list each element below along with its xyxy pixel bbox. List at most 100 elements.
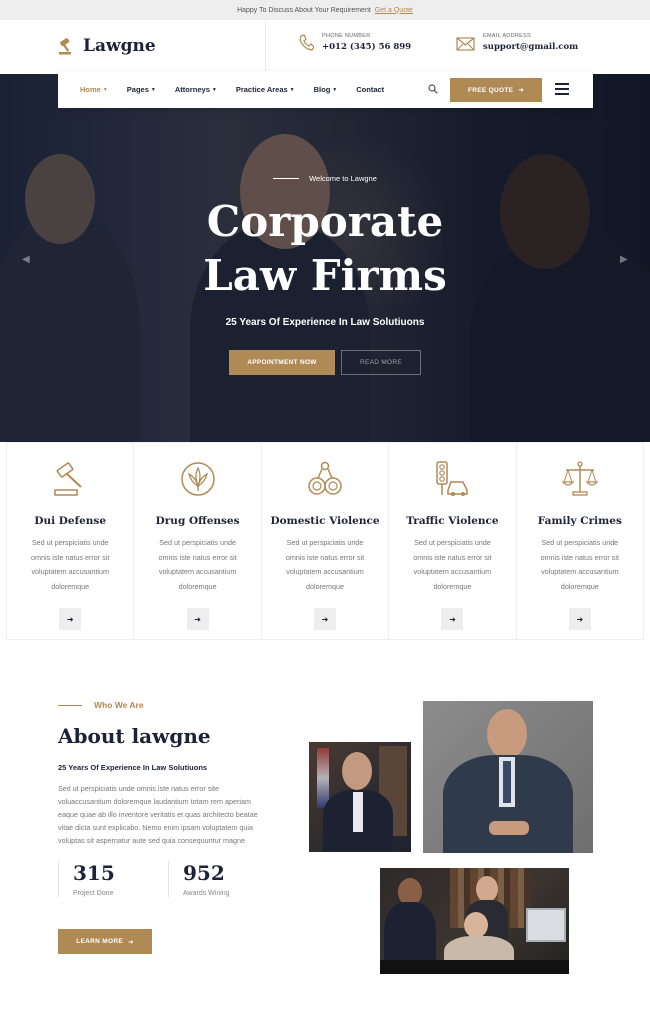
nav-practice-areas[interactable]: Practice Areas ▼ (236, 85, 295, 94)
nav-blog[interactable]: Blog ▼ (314, 85, 338, 94)
traffic-light-car-icon (436, 461, 469, 496)
nav-attorneys[interactable]: Attorneys ▼ (175, 85, 217, 94)
welcome-line (273, 178, 300, 179)
free-quote-label: FREE QUOTE (467, 86, 514, 94)
phone-contact[interactable]: PHONE NUMBER +012 (345) 56 899 (298, 33, 411, 52)
stat-value: 315 (73, 861, 115, 885)
phone-value: +012 (345) 56 899 (322, 42, 412, 52)
email-contact[interactable]: EMAIL ADDRESS support@gmail.com (456, 33, 578, 52)
nav-contact[interactable]: Contact (356, 85, 384, 94)
nav-pages[interactable]: Pages ▼ (127, 85, 156, 94)
nav-pages-label: Pages (126, 85, 149, 94)
service-title: Domestic Violence (270, 515, 380, 527)
service-title: Traffic Violence (406, 515, 499, 527)
hamburger-menu-icon[interactable] (555, 83, 569, 98)
service-text: Sed ut perspiciatis unde omnis iste natu… (158, 538, 237, 591)
chevron-down-icon: ▼ (211, 86, 217, 93)
nav-attorneys-label: Attorneys (174, 85, 210, 94)
learn-more-button[interactable]: LEARN MORE ➜ (58, 929, 152, 954)
hero-content: Welcome to Lawgne Corporate Law Firms 25… (0, 174, 650, 375)
chevron-down-icon: ▼ (150, 86, 156, 93)
about-tag-text: Who We Are (94, 700, 144, 710)
hero-title-line-2: Law Firms (203, 251, 447, 300)
get-quote-link[interactable]: Get a Quote (375, 7, 413, 14)
nav-contact-label: Contact (356, 85, 385, 94)
hero-title: Corporate Law Firms (0, 195, 650, 303)
arrow-right-icon: ➜ (127, 938, 134, 946)
service-text: Sed ut perspiciatis unde omnis iste natu… (31, 538, 110, 591)
nav-practice-areas-label: Practice Areas (235, 85, 288, 94)
phone-icon (299, 33, 314, 51)
nav-blog-label: Blog (313, 85, 331, 94)
service-arrow-button[interactable]: ➜ (314, 608, 337, 630)
free-quote-button[interactable]: FREE QUOTE ➜ (450, 78, 542, 102)
welcome-text: Welcome to Lawgne (309, 174, 377, 183)
gavel-logo-icon (59, 37, 71, 55)
header-divider (265, 20, 266, 74)
site-header: Lawgne PHONE NUMBER +012 (345) 56 899 EM… (0, 20, 650, 74)
service-card: Traffic Violence Sed ut perspiciatis und… (389, 442, 517, 640)
about-tag: Who We Are (58, 700, 278, 710)
phone-label: PHONE NUMBER (322, 33, 371, 39)
about-section: Who We Are About lawgne 25 Years Of Expe… (58, 700, 278, 954)
envelope-icon (456, 36, 475, 51)
service-arrow-button[interactable]: ➜ (186, 608, 209, 630)
learn-more-label: LEARN MORE (76, 938, 123, 945)
service-text: Sed ut perspiciatis unde omnis iste natu… (540, 538, 619, 591)
arrow-right-icon: ➜ (449, 614, 456, 624)
handcuffs-icon (308, 461, 342, 495)
service-arrow-button[interactable]: ➜ (441, 608, 464, 630)
cannabis-leaf-icon (180, 462, 215, 496)
team-meeting-photo (380, 868, 569, 974)
service-text: Sed ut perspiciatis unde omnis iste natu… (285, 538, 365, 591)
logo-text: Lawgne (83, 36, 156, 56)
about-stats: 315 Project Done 952 Awards Wining (58, 861, 278, 897)
stat-label: Awards Wining (183, 890, 230, 897)
service-title: Family Crimes (537, 515, 622, 527)
arrow-right-icon: ➜ (194, 614, 201, 624)
logo[interactable]: Lawgne (58, 36, 156, 56)
chevron-down-icon: ▼ (102, 86, 108, 93)
service-text: Sed ut perspiciatis unde omnis iste natu… (413, 538, 492, 591)
arrow-right-icon: ➜ (321, 614, 329, 624)
nav-home-label: Home (80, 85, 101, 94)
service-card: Family Crimes Sed ut perspiciatis unde o… (516, 442, 645, 640)
chevron-down-icon: ▼ (332, 86, 338, 93)
arrow-right-icon: ➜ (66, 614, 74, 624)
nav-home[interactable]: Home ▼ (80, 85, 108, 94)
about-subtitle: 25 Years Of Experience In Law Solutiuons (58, 763, 208, 772)
service-card: Domestic Violence Sed ut perspiciatis un… (261, 442, 390, 640)
service-arrow-button[interactable]: ➜ (568, 608, 591, 630)
service-title: Drug Offenses (155, 515, 240, 527)
stat-awards: 952 Awards Wining (168, 861, 278, 897)
read-more-button[interactable]: READ MORE (341, 350, 421, 375)
main-navbar: Home ▼ Pages ▼ Attorneys ▼ Practice Areas ▼ … (58, 71, 593, 108)
stat-projects: 315 Project Done (58, 861, 168, 897)
service-arrow-button[interactable]: ➜ (59, 608, 82, 630)
gavel-icon (54, 462, 82, 496)
lawyer-photo-small (309, 742, 411, 852)
top-announcement-bar: Happy To Discuss About Your Requirement … (0, 0, 650, 20)
stat-label: Project Done (73, 890, 114, 897)
chevron-down-icon: ▼ (289, 86, 295, 93)
hero-banner: ◀ ▶ Welcome to Lawgne Corporate Law Firm… (0, 74, 650, 442)
service-card: Drug Offenses Sed ut perspiciatis unde o… (134, 442, 262, 640)
service-card: Dui Defense Sed ut perspiciatis unde omn… (6, 442, 135, 640)
hero-subtitle: 25 Years Of Experience In Law Solutiuons (225, 317, 425, 328)
email-label: EMAIL ADDRESS (483, 33, 532, 39)
about-text: Sed ut perspiciatis unde omnis iste natu… (58, 784, 258, 845)
scales-icon (561, 461, 599, 496)
email-value: support@gmail.com (483, 42, 579, 52)
search-icon[interactable] (428, 84, 438, 94)
hero-title-line-1: Corporate (206, 197, 444, 246)
arrow-right-icon: ➜ (576, 614, 584, 624)
stat-value: 952 (183, 861, 225, 885)
lawyer-photo-large (423, 701, 593, 853)
arrow-right-icon: ➜ (518, 87, 524, 94)
hero-welcome: Welcome to Lawgne (0, 174, 650, 183)
announcement-text: Happy To Discuss About Your Requirement (237, 6, 371, 14)
appointment-button[interactable]: APPOINTMENT NOW (229, 350, 335, 375)
hero-buttons: APPOINTMENT NOW READ MORE (0, 350, 650, 375)
services-row: Dui Defense Sed ut perspiciatis unde omn… (6, 442, 645, 640)
service-title: Dui Defense (34, 515, 106, 527)
